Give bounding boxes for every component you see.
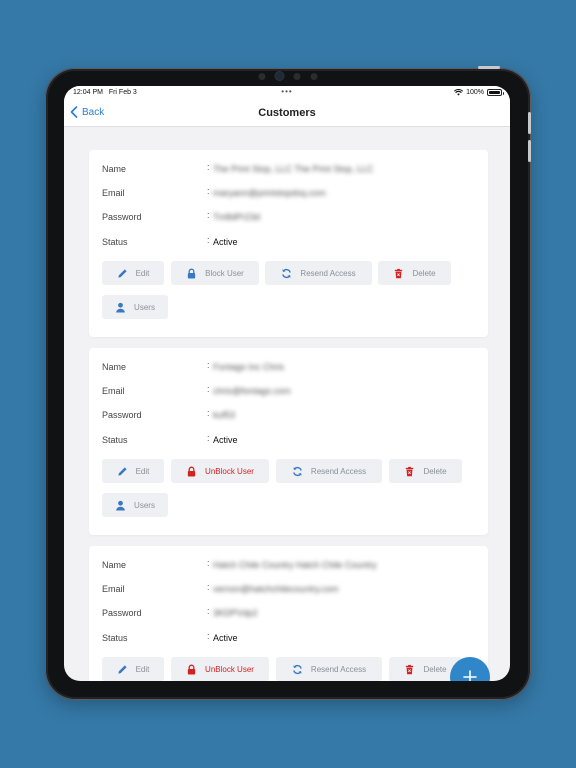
lock-icon xyxy=(187,664,196,675)
delete-button[interactable]: Delete xyxy=(389,459,462,483)
customer-card: Name : Hatch Chile Country Hatch Chile C… xyxy=(89,546,488,681)
volume-button xyxy=(528,112,531,134)
name-label: Name xyxy=(102,164,127,174)
email-label: Email xyxy=(102,188,125,198)
customer-name: Fontago Inc Chris xyxy=(213,362,285,372)
users-button[interactable]: Users xyxy=(102,295,168,319)
customer-list[interactable]: Name : The Print Stop, LLC The Print Sto… xyxy=(64,127,510,681)
password-label: Password xyxy=(102,212,142,222)
status-time: 12:04 PM Fri Feb 3 xyxy=(73,89,137,96)
pencil-icon xyxy=(117,268,127,278)
password-row: Password : 3KDPVdp2 xyxy=(102,606,258,618)
edit-button[interactable]: Edit xyxy=(102,261,164,285)
refresh-icon xyxy=(293,466,302,476)
customer-card: Name : The Print Stop, LLC The Print Sto… xyxy=(89,150,488,337)
pencil-icon xyxy=(117,664,127,674)
status-bar: 12:04 PM Fri Feb 3 ••• 100% xyxy=(64,86,510,100)
email-row: Email : chris@fontago.com xyxy=(102,384,291,396)
block-user-button[interactable]: Block User xyxy=(171,261,259,285)
customer-password: 3KDPVdp2 xyxy=(213,608,258,618)
trash-icon xyxy=(406,664,414,674)
power-button xyxy=(478,66,500,69)
status-row: Status : Active xyxy=(102,433,238,445)
password-row: Password : kuf53 xyxy=(102,408,236,420)
name-row: Name : Hatch Chile Country Hatch Chile C… xyxy=(102,558,377,570)
lock-icon xyxy=(187,466,196,477)
customer-email: chris@fontago.com xyxy=(213,386,291,396)
email-row: Email : maryann@printstopdsq.com xyxy=(102,186,326,198)
multitasking-dots[interactable]: ••• xyxy=(281,87,292,96)
wifi-icon xyxy=(454,89,464,96)
user-icon xyxy=(116,500,125,511)
volume-button xyxy=(528,140,531,162)
name-row: Name : The Print Stop, LLC The Print Sto… xyxy=(102,162,374,174)
user-icon xyxy=(116,302,125,313)
status-row: Status : Active xyxy=(102,631,238,643)
customer-password: kuf53 xyxy=(213,410,236,420)
trash-icon xyxy=(406,466,414,476)
password-row: Password : Tm8dPr23d xyxy=(102,210,261,222)
unblock-user-button[interactable]: UnBlock User xyxy=(171,459,269,483)
battery-percent: 100% xyxy=(466,89,484,96)
customer-card: Name : Fontago Inc Chris Email : chris@f… xyxy=(89,348,488,535)
users-button[interactable]: Users xyxy=(102,493,168,517)
email-label: Email xyxy=(102,386,125,396)
edit-button[interactable]: Edit xyxy=(102,459,164,483)
refresh-icon xyxy=(282,268,292,278)
unblock-user-button[interactable]: UnBlock User xyxy=(171,657,269,681)
password-label: Password xyxy=(102,608,142,618)
status-label: Status xyxy=(102,237,128,247)
name-label: Name xyxy=(102,560,127,570)
customer-password: Tm8dPr23d xyxy=(213,212,261,222)
status-label: Status xyxy=(102,435,128,445)
status-label: Status xyxy=(102,633,128,643)
customer-email: maryann@printstopdsq.com xyxy=(213,188,326,198)
resend-access-button[interactable]: Resend Access xyxy=(265,261,372,285)
customer-email: vernon@hatchchilecountry.com xyxy=(213,584,339,594)
refresh-icon xyxy=(293,664,302,674)
delete-button[interactable]: Delete xyxy=(389,657,462,681)
email-row: Email : vernon@hatchchilecountry.com xyxy=(102,582,339,594)
password-label: Password xyxy=(102,410,142,420)
email-label: Email xyxy=(102,584,125,594)
navigation-bar: Back Customers xyxy=(64,100,510,127)
camera-bar xyxy=(258,72,318,80)
pencil-icon xyxy=(117,466,127,476)
status-value: Active xyxy=(213,633,238,643)
customer-name: Hatch Chile Country Hatch Chile Country xyxy=(213,560,377,570)
delete-button[interactable]: Delete xyxy=(378,261,451,285)
app-screen: 12:04 PM Fri Feb 3 ••• 100% Back Custome… xyxy=(64,86,510,681)
page-title: Customers xyxy=(258,107,316,119)
customer-name: The Print Stop, LLC The Print Stop, LLC xyxy=(213,164,374,174)
trash-icon xyxy=(395,268,403,278)
resend-access-button[interactable]: Resend Access xyxy=(276,459,382,483)
name-label: Name xyxy=(102,362,127,372)
edit-button[interactable]: Edit xyxy=(102,657,164,681)
battery-icon xyxy=(487,89,504,96)
status-value: Active xyxy=(213,435,238,445)
resend-access-button[interactable]: Resend Access xyxy=(276,657,382,681)
status-row: Status : Active xyxy=(102,235,238,247)
status-value: Active xyxy=(213,237,238,247)
lock-icon xyxy=(187,268,196,279)
name-row: Name : Fontago Inc Chris xyxy=(102,360,285,372)
